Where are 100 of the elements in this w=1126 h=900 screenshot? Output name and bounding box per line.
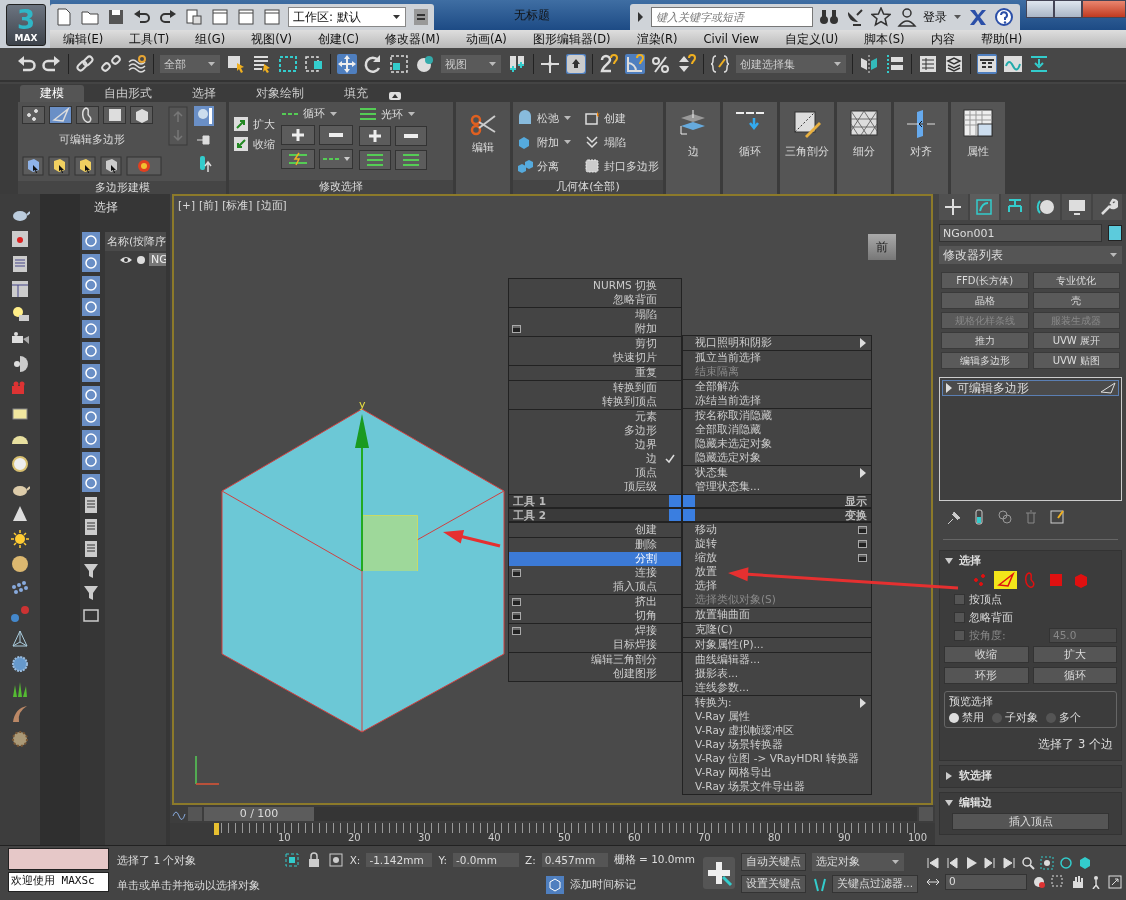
modifier-button[interactable]: UVW 展开 (1032, 332, 1120, 349)
auto-key-button[interactable]: 自动关键点 (741, 853, 806, 871)
selection-filter-dropdown[interactable]: 全部 (160, 55, 220, 73)
ribbon-tab[interactable]: 建模 (20, 85, 84, 102)
viewport-label[interactable]: [边面] (256, 199, 287, 213)
panel-footer[interactable]: 多边形建模 (18, 181, 226, 195)
panel-footer[interactable]: 修改选择 (229, 180, 453, 194)
menu-item[interactable]: 塌陷 (509, 308, 681, 322)
menu-item[interactable]: V-Ray 属性 (683, 710, 871, 724)
workspace-dropdown[interactable]: 工作区: 默认 (288, 7, 406, 27)
time-slider-thumb[interactable]: 0 / 100 (204, 807, 314, 821)
menu-item[interactable]: NURMS 切换 (509, 279, 681, 293)
key-target-dropdown[interactable]: 选定对象 (812, 853, 904, 871)
ribbon-tool-button[interactable]: 对齐 (894, 102, 948, 194)
ribbon-tab[interactable]: 自由形式 (84, 85, 172, 102)
key-filters-button[interactable]: 关键点过滤器... (832, 875, 918, 893)
modifier-button[interactable]: 晶格 (941, 292, 1029, 309)
coordinate-field[interactable]: -1.142mm (366, 853, 433, 867)
menu-item[interactable]: 多边形 (509, 424, 681, 438)
menu-item[interactable]: 创建图形 (509, 667, 681, 681)
app-logo[interactable]: 3 MAX (6, 4, 46, 46)
ribbon-tool-button[interactable]: 细分 (837, 102, 891, 194)
panel-footer[interactable]: 几何体(全部) (513, 180, 663, 194)
shrink-button[interactable]: 收缩 (253, 136, 275, 152)
time-slider-track[interactable]: 0 / 100 (204, 807, 917, 821)
menu-item[interactable]: 旋转 (683, 537, 871, 551)
menu-item[interactable]: 转换到顶点 (509, 395, 681, 409)
reference-coordinate-dropdown[interactable]: 视图 (441, 55, 501, 73)
menu-item[interactable]: 元素 (509, 410, 681, 424)
ribbon-tab[interactable]: 对象绘制 (236, 85, 324, 102)
search-field[interactable]: 键入关键字或短语 (651, 7, 813, 27)
menu-item[interactable]: 状态集 (683, 466, 871, 480)
geometry-command[interactable]: 分离 (537, 158, 559, 174)
listener-input[interactable]: 欢迎使用 MAXSc (8, 872, 110, 892)
current-frame-field[interactable]: 0 (945, 874, 1027, 890)
sign-in-link[interactable]: 登录 (923, 8, 947, 26)
menu-item[interactable]: 创建 (509, 523, 681, 537)
geometry-command[interactable]: 创建 (604, 110, 626, 126)
menu-item[interactable]: 全部解冻 (683, 380, 871, 394)
menu-item[interactable]: 创建(C) (305, 31, 372, 47)
named-selection-dropdown[interactable]: 创建选择集 (736, 55, 846, 73)
menu-item[interactable]: V-Ray 场景文件导出器 (683, 780, 871, 794)
object-name-field[interactable]: NGon001 (939, 224, 1102, 242)
menu-item[interactable]: 边 (509, 452, 681, 466)
modifier-button[interactable]: 专业优化 (1032, 272, 1120, 289)
menu-item[interactable]: 插入顶点 (509, 580, 681, 594)
menu-item[interactable]: 分割 (509, 552, 681, 566)
coordinate-field[interactable]: -0.0mm (452, 853, 519, 867)
menu-item[interactable]: 组(G) (182, 31, 239, 47)
menu-item[interactable]: V-Ray 虚拟帧缓冲区 (683, 724, 871, 738)
rollout-button[interactable]: 插入顶点 (952, 813, 1109, 830)
modifier-button[interactable]: UVW 贴图 (1032, 352, 1120, 369)
ribbon-tool-button[interactable]: 边 (666, 102, 720, 194)
menu-item[interactable]: 克隆(C) (683, 623, 871, 637)
menu-item[interactable]: 顶层级 (509, 480, 681, 494)
checkbox[interactable]: 按顶点 (944, 592, 1117, 607)
menu-item[interactable]: Civil View (690, 32, 772, 46)
menu-item[interactable]: 快速切片 (509, 351, 681, 365)
ribbon-tool-button[interactable]: 三角剖分 (780, 102, 834, 194)
add-time-tag[interactable]: 添加时间标记 (569, 878, 636, 892)
coordinate-field[interactable]: 0.457mm (541, 853, 608, 867)
timeline-track[interactable]: 10 20 30 40 50 60 70 80 90 100 (170, 823, 935, 845)
menu-item[interactable]: 连线参数... (683, 681, 871, 695)
menu-item[interactable]: 挤出 (509, 595, 681, 609)
modifier-list-dropdown[interactable]: 修改器列表 (939, 246, 1122, 264)
menu-item[interactable]: 按名称取消隐藏 (683, 409, 871, 423)
menu-item[interactable]: 编辑(E) (50, 31, 117, 47)
ribbon-tab[interactable]: 选择 (172, 85, 236, 102)
menu-item[interactable]: 曲线编辑器... (683, 653, 871, 667)
menu-item[interactable]: 移动 (683, 523, 871, 537)
menu-item[interactable]: 焊接 (509, 624, 681, 638)
menu-item[interactable]: 删除 (509, 538, 681, 552)
selection-button[interactable]: 扩大 (1032, 646, 1117, 663)
selection-button[interactable]: 循环 (1032, 667, 1117, 684)
menu-item[interactable]: 剪切 (509, 337, 681, 351)
menu-item[interactable]: 缩放 (683, 551, 871, 565)
menu-item[interactable]: 自定义(U) (771, 31, 852, 47)
menu-item[interactable]: 放置 (683, 565, 871, 579)
menu-item[interactable]: 动画(A) (452, 31, 520, 47)
menu-item[interactable]: 内容 (917, 31, 968, 47)
radio-option[interactable]: 子对象 (992, 711, 1038, 725)
menu-item[interactable]: V-Ray 网格导出 (683, 766, 871, 780)
menu-item[interactable]: 视口照明和阴影 (683, 336, 871, 350)
menu-item[interactable]: 脚本(S) (851, 31, 918, 47)
menu-item[interactable]: 转换到面 (509, 381, 681, 395)
menu-item[interactable]: 渲染(R) (623, 31, 691, 47)
set-key-button[interactable]: 设置关键点 (741, 875, 806, 893)
menu-item[interactable]: 编辑三角剖分 (509, 653, 681, 667)
ribbon-tool-button[interactable]: 循环 (723, 102, 777, 194)
menu-item[interactable]: 工具(T) (116, 31, 183, 47)
viewport-label[interactable]: [+] (178, 199, 195, 213)
menu-item[interactable]: 放置轴曲面 (683, 608, 871, 622)
rollout-header[interactable]: 软选择 (944, 768, 1117, 783)
viewport-label[interactable]: [标准] (222, 199, 253, 213)
menu-item[interactable]: 全部取消隐藏 (683, 423, 871, 437)
view-cube[interactable]: 前 (868, 234, 896, 260)
column-header[interactable]: 名称(按降序 (105, 232, 166, 251)
geometry-command[interactable]: 松弛 (537, 110, 559, 126)
geometry-command[interactable]: 附加 (537, 134, 559, 150)
menu-item[interactable]: V-Ray 场景转换器 (683, 738, 871, 752)
